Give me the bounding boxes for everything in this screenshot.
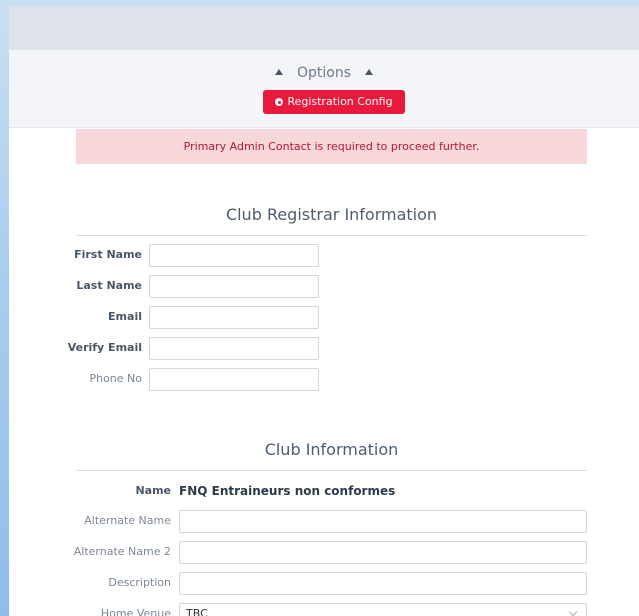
verify-email-input[interactable] — [149, 337, 319, 360]
verify-email-label: Verify Email — [67, 341, 142, 354]
chevron-down-icon — [568, 607, 578, 616]
last-name-label: Last Name — [76, 279, 142, 292]
club-name-label: Name — [135, 484, 171, 497]
top-bar — [9, 6, 639, 50]
registrar-section-title: Club Registrar Information — [225, 205, 438, 224]
club-divider — [76, 470, 587, 471]
alternate-name-input[interactable] — [179, 510, 587, 533]
last-name-input[interactable] — [149, 275, 319, 298]
alternate-name-2-input[interactable] — [179, 541, 587, 564]
club-section-title: Club Information — [264, 440, 399, 459]
options-toggle[interactable]: Options — [9, 63, 639, 83]
registrar-divider — [76, 235, 587, 236]
home-venue-label: Home Venue — [100, 607, 171, 616]
gear-icon — [275, 98, 284, 106]
home-venue-value: TBC — [186, 607, 208, 616]
club-name-value: FNQ Entraineurs non conformes — [179, 484, 396, 498]
page: Options Registration Config Primary Admi… — [9, 6, 639, 616]
phone-no-label: Phone No — [89, 372, 142, 385]
error-alert: Primary Admin Contact is required to pro… — [76, 129, 587, 164]
email-label: Email — [108, 310, 142, 323]
alternate-name-2-label: Alternate Name 2 — [73, 545, 171, 558]
first-name-label: First Name — [74, 248, 142, 261]
registration-config-label: Registration Config — [287, 95, 393, 108]
caret-up-icon — [365, 69, 374, 75]
caret-up-icon — [274, 69, 283, 75]
options-panel: Options Registration Config — [9, 50, 639, 128]
first-name-input[interactable] — [149, 244, 319, 267]
email-input[interactable] — [149, 306, 319, 329]
home-venue-select[interactable]: TBC — [179, 603, 587, 616]
alternate-name-label: Alternate Name — [84, 514, 171, 527]
alert-message: Primary Admin Contact is required to pro… — [183, 140, 480, 153]
description-label: Description — [108, 576, 171, 589]
description-input[interactable] — [179, 572, 587, 595]
registration-config-button[interactable]: Registration Config — [263, 90, 405, 114]
phone-no-input[interactable] — [149, 368, 319, 391]
options-label: Options — [296, 65, 352, 81]
